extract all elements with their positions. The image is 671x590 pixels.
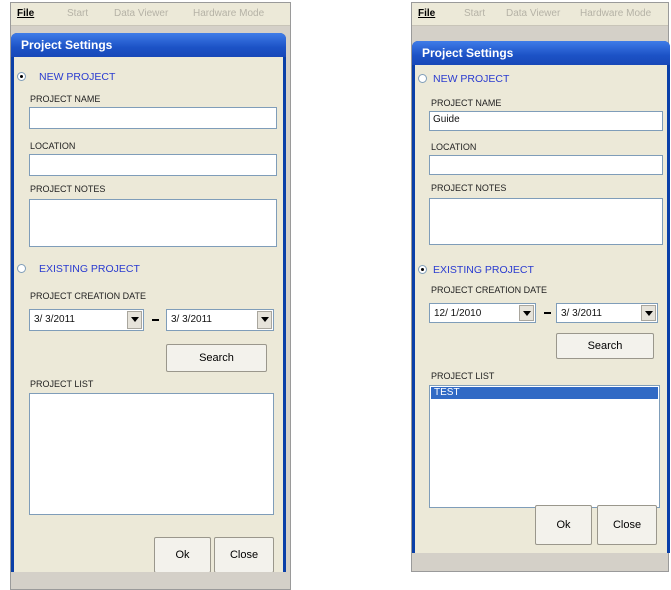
- dialog-title-bar: Project Settings: [11, 33, 286, 57]
- menu-bar: File Start Data Viewer Hardware Mode: [11, 3, 290, 26]
- location-input[interactable]: [29, 154, 277, 176]
- menu-file[interactable]: File: [418, 8, 435, 19]
- date-to-picker[interactable]: 3/ 3/2011: [556, 303, 658, 323]
- new-project-radio[interactable]: [418, 74, 427, 83]
- menu-data-viewer[interactable]: Data Viewer: [506, 8, 560, 19]
- ok-button[interactable]: Ok: [154, 537, 211, 573]
- dialog-client: NEW PROJECT PROJECT NAME Guide LOCATION …: [415, 65, 667, 553]
- menu-hardware-mode[interactable]: Hardware Mode: [580, 8, 651, 19]
- project-list[interactable]: [29, 393, 274, 515]
- dialog-client: NEW PROJECT PROJECT NAME LOCATION PROJEC…: [14, 57, 283, 573]
- chevron-down-icon[interactable]: [641, 305, 656, 321]
- date-to-value: 3/ 3/2011: [171, 314, 212, 325]
- project-name-input[interactable]: Guide: [429, 111, 663, 131]
- location-label: LOCATION: [30, 141, 76, 151]
- date-from-picker[interactable]: 3/ 3/2011: [29, 309, 144, 331]
- ok-button[interactable]: Ok: [535, 505, 592, 545]
- close-button-label: Close: [229, 549, 259, 561]
- search-button[interactable]: Search: [556, 333, 654, 359]
- project-settings-dialog: Project Settings NEW PROJECT PROJECT NAM…: [412, 41, 670, 553]
- menu-bar: File Start Data Viewer Hardware Mode: [412, 3, 668, 26]
- project-list[interactable]: TEST: [429, 385, 660, 508]
- project-name-input[interactable]: [29, 107, 277, 129]
- date-from-picker[interactable]: 12/ 1/2010: [429, 303, 536, 323]
- date-to-value: 3/ 3/2011: [561, 308, 602, 319]
- menu-start[interactable]: Start: [67, 8, 88, 19]
- project-name-label: PROJECT NAME: [30, 94, 101, 104]
- new-project-radio[interactable]: [17, 72, 26, 81]
- project-notes-label: PROJECT NOTES: [431, 183, 507, 193]
- chevron-down-icon[interactable]: [519, 305, 534, 321]
- search-button[interactable]: Search: [166, 344, 267, 372]
- creation-date-label: PROJECT CREATION DATE: [431, 285, 548, 295]
- project-notes-input[interactable]: [429, 198, 663, 245]
- dialog-title: Project Settings: [422, 46, 514, 60]
- project-settings-dialog: Project Settings NEW PROJECT PROJECT NAM…: [11, 33, 286, 573]
- date-from-value: 12/ 1/2010: [434, 308, 482, 319]
- app-window-right: File Start Data Viewer Hardware Mode Pro…: [411, 2, 670, 572]
- list-item[interactable]: TEST: [431, 387, 658, 399]
- ok-button-label: Ok: [175, 549, 190, 561]
- chevron-down-icon[interactable]: [257, 311, 272, 329]
- date-range-separator: [544, 312, 551, 314]
- app-window-left: File Start Data Viewer Hardware Mode Pro…: [10, 2, 291, 590]
- existing-project-radio[interactable]: [17, 264, 26, 273]
- existing-project-label: EXISTING PROJECT: [433, 264, 534, 276]
- close-button[interactable]: Close: [597, 505, 657, 545]
- project-notes-input[interactable]: [29, 199, 277, 247]
- ok-button-label: Ok: [556, 519, 571, 531]
- search-button-label: Search: [587, 340, 623, 352]
- window-status-area: [412, 553, 668, 571]
- new-project-label: NEW PROJECT: [433, 73, 510, 85]
- existing-project-label: EXISTING PROJECT: [39, 263, 140, 275]
- dialog-title: Project Settings: [21, 38, 113, 52]
- menu-data-viewer[interactable]: Data Viewer: [114, 8, 168, 19]
- search-button-label: Search: [199, 352, 234, 364]
- chevron-down-icon[interactable]: [127, 311, 142, 329]
- project-list-label: PROJECT LIST: [30, 379, 94, 389]
- date-range-separator: [152, 319, 159, 321]
- dialog-title-bar: Project Settings: [412, 41, 670, 65]
- project-list-label: PROJECT LIST: [431, 371, 495, 381]
- menu-file[interactable]: File: [17, 8, 34, 19]
- location-input[interactable]: [429, 155, 663, 175]
- project-notes-label: PROJECT NOTES: [30, 184, 106, 194]
- date-from-value: 3/ 3/2011: [34, 314, 75, 325]
- close-button-label: Close: [612, 519, 642, 531]
- menu-hardware-mode[interactable]: Hardware Mode: [193, 8, 264, 19]
- window-status-area: [11, 572, 290, 589]
- location-label: LOCATION: [431, 142, 477, 152]
- project-name-label: PROJECT NAME: [431, 98, 502, 108]
- creation-date-label: PROJECT CREATION DATE: [30, 291, 147, 301]
- existing-project-radio[interactable]: [418, 265, 427, 274]
- date-to-picker[interactable]: 3/ 3/2011: [166, 309, 274, 331]
- close-button[interactable]: Close: [214, 537, 274, 573]
- new-project-label: NEW PROJECT: [39, 71, 116, 83]
- menu-start[interactable]: Start: [464, 8, 485, 19]
